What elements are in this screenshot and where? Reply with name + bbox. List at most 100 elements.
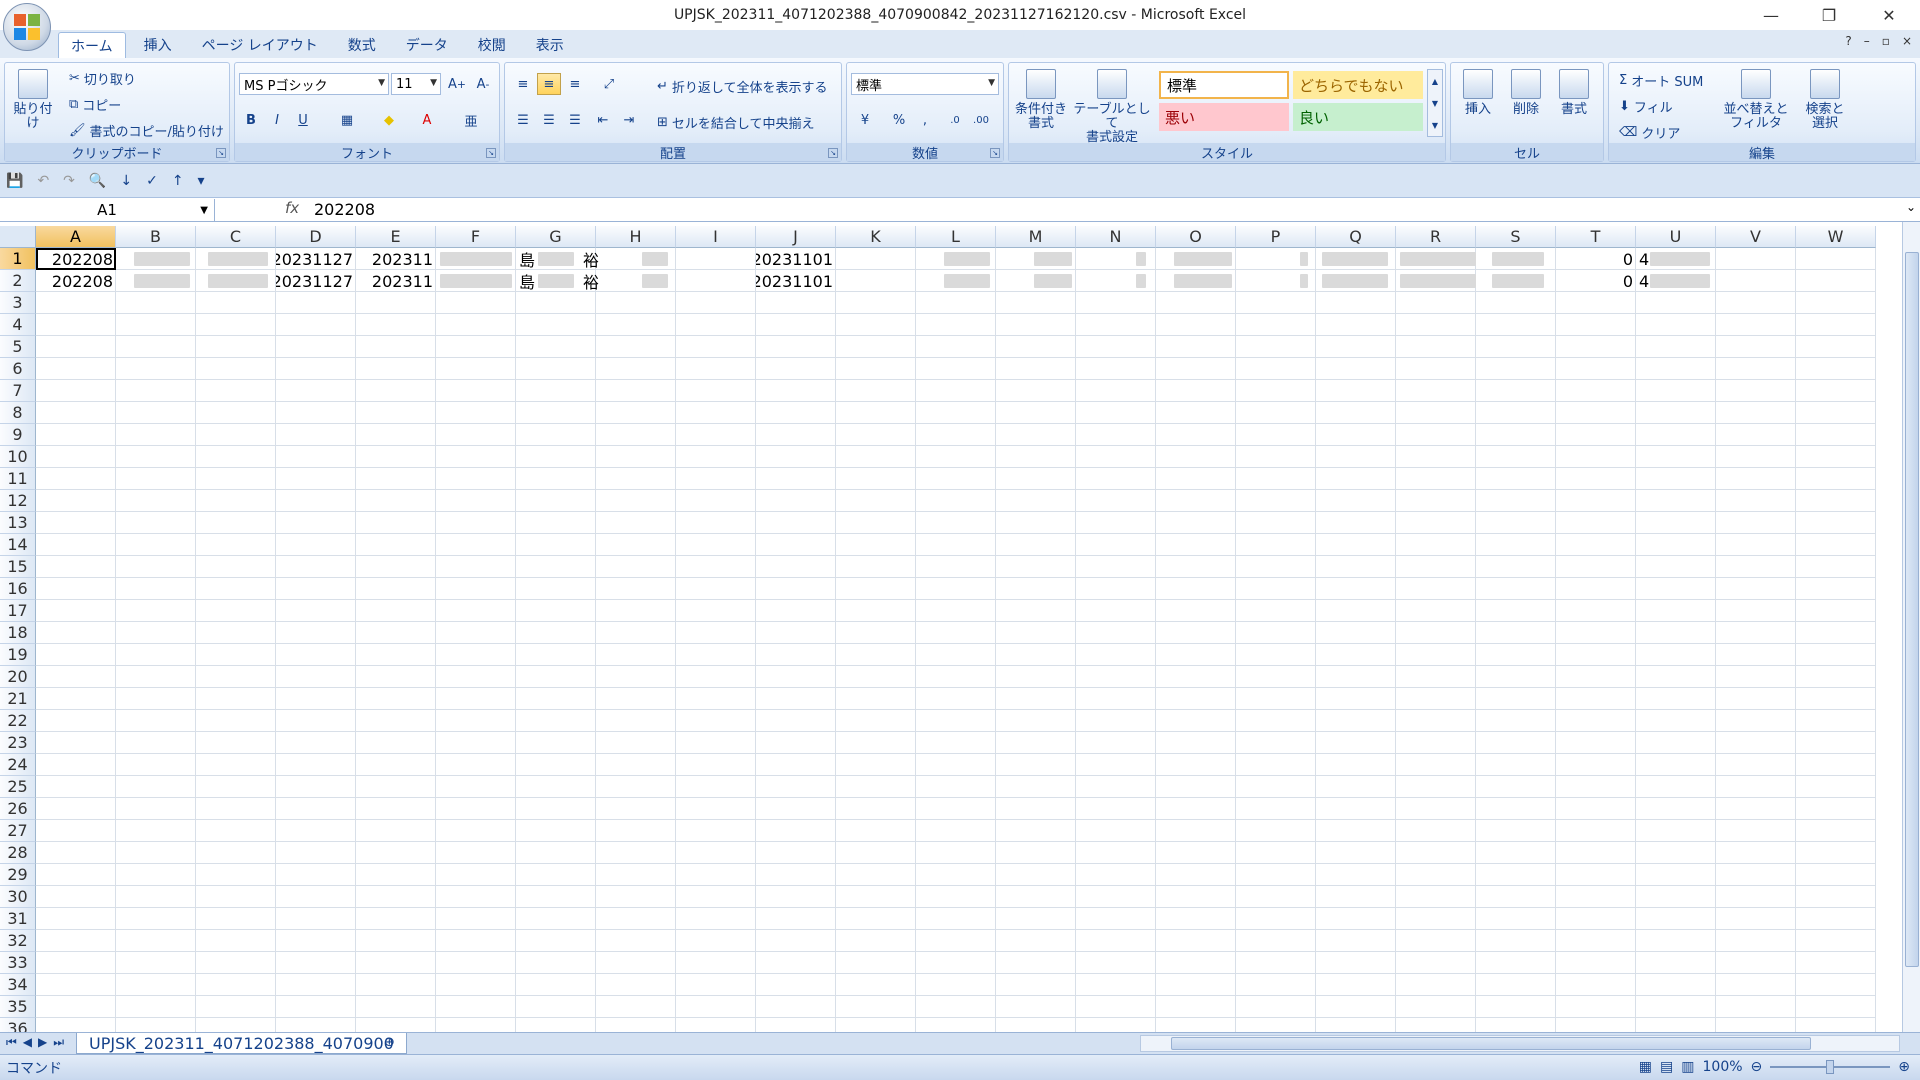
cell-j1[interactable]: 20231101 [756, 248, 836, 270]
autosum-button[interactable]: Σ オート SUM [1619, 71, 1703, 90]
row-header-28[interactable]: 28 [0, 842, 36, 864]
row-header-35[interactable]: 35 [0, 996, 36, 1018]
worksheet-grid[interactable]: A B C D E F G H I J K L M N O P Q R S T U V W 1 2 3 4 5 6 7 8 9 10 11 12 13… [0, 226, 1902, 1032]
clipboard-launcher-icon[interactable]: ↘ [216, 148, 226, 158]
select-all-button[interactable] [0, 226, 36, 248]
decrease-indent-button[interactable]: ⇤ [591, 109, 615, 131]
row-header-17[interactable]: 17 [0, 600, 36, 622]
row-header-31[interactable]: 31 [0, 908, 36, 930]
font-launcher-icon[interactable]: ↘ [486, 148, 496, 158]
row-header-11[interactable]: 11 [0, 468, 36, 490]
increase-decimal-button[interactable]: .0 [943, 109, 967, 131]
sort-descending-icon[interactable]: ↑ [172, 173, 184, 189]
row-header-32[interactable]: 32 [0, 930, 36, 952]
column-header-o[interactable]: O [1156, 226, 1236, 248]
undo-icon[interactable]: ↶ [37, 173, 49, 189]
normal-view-icon[interactable]: ▦ [1639, 1059, 1652, 1075]
cell-g1[interactable]: 裕 [580, 248, 602, 270]
column-header-r[interactable]: R [1396, 226, 1476, 248]
tab-formulas[interactable]: 数式 [336, 32, 388, 58]
find-select-button[interactable]: 検索と 選択 [1795, 69, 1855, 131]
format-painter-button[interactable]: 🖌 書式のコピー/貼り付け [69, 121, 224, 140]
row-header-33[interactable]: 33 [0, 952, 36, 974]
insert-cells-button[interactable]: 挿入 [1457, 69, 1499, 117]
row-header-7[interactable]: 7 [0, 380, 36, 402]
vertical-scrollbar[interactable] [1902, 222, 1920, 1032]
row-header-30[interactable]: 30 [0, 886, 36, 908]
page-break-view-icon[interactable]: ▥ [1681, 1059, 1694, 1075]
bold-button[interactable]: B [239, 109, 263, 131]
horizontal-scroll-thumb[interactable] [1171, 1037, 1811, 1050]
align-left-button[interactable]: ☰ [511, 109, 535, 131]
tab-home[interactable]: ホーム [58, 32, 126, 58]
column-header-a[interactable]: A [36, 226, 116, 248]
row-header-21[interactable]: 21 [0, 688, 36, 710]
style-good[interactable]: 良い [1293, 103, 1423, 131]
format-as-table-button[interactable]: テーブルとして 書式設定 [1071, 69, 1153, 145]
column-header-g[interactable]: G [516, 226, 596, 248]
column-header-u[interactable]: U [1636, 226, 1716, 248]
row-header-36[interactable]: 36 [0, 1018, 36, 1032]
comma-button[interactable]: , [913, 109, 937, 131]
cut-button[interactable]: ✂ 切り取り [69, 69, 136, 88]
cell-j2[interactable]: 20231101 [756, 270, 836, 292]
help-icon[interactable]: ? [1845, 34, 1851, 48]
zoom-slider[interactable] [1770, 1060, 1891, 1074]
office-button[interactable] [3, 3, 51, 51]
row-header-2[interactable]: 2 [0, 270, 36, 292]
fill-color-button[interactable]: ◆ [377, 109, 401, 131]
chevron-up-icon[interactable]: ▲ [1432, 77, 1438, 86]
align-center-button[interactable]: ☰ [537, 109, 561, 131]
cell-a2[interactable]: 202208 [36, 270, 116, 292]
column-header-d[interactable]: D [276, 226, 356, 248]
row-header-13[interactable]: 13 [0, 512, 36, 534]
tab-review[interactable]: 校閲 [466, 32, 518, 58]
sort-filter-button[interactable]: 並べ替えと フィルタ [1721, 69, 1791, 131]
cell-g1[interactable]: 島 [516, 248, 538, 270]
increase-indent-button[interactable]: ⇥ [617, 109, 641, 131]
column-header-t[interactable]: T [1556, 226, 1636, 248]
cell-d2[interactable]: 20231127 [276, 270, 356, 292]
name-box[interactable]: A1 ▼ [0, 199, 215, 221]
row-header-4[interactable]: 4 [0, 314, 36, 336]
horizontal-scrollbar[interactable] [1140, 1035, 1900, 1052]
conditional-format-button[interactable]: 条件付き 書式 [1013, 69, 1069, 131]
sheet-tab[interactable]: UPJSK_202311_4071202388_4070900 [76, 1033, 407, 1054]
row-header-15[interactable]: 15 [0, 556, 36, 578]
italic-button[interactable]: I [265, 109, 289, 131]
style-neutral[interactable]: どちらでもない [1293, 71, 1423, 99]
align-top-button[interactable]: ≡ [511, 73, 535, 95]
column-header-s[interactable]: S [1476, 226, 1556, 248]
clear-button[interactable]: ⌫ クリア [1619, 123, 1680, 142]
row-header-16[interactable]: 16 [0, 578, 36, 600]
column-header-f[interactable]: F [436, 226, 516, 248]
column-header-m[interactable]: M [996, 226, 1076, 248]
expand-formula-icon[interactable]: ⌄ [1906, 200, 1916, 214]
cell-d1[interactable]: 20231127 [276, 248, 356, 270]
row-header-9[interactable]: 9 [0, 424, 36, 446]
spelling-icon[interactable]: ✓ [146, 173, 158, 189]
column-header-q[interactable]: Q [1316, 226, 1396, 248]
zoom-in-icon[interactable]: ⊕ [1898, 1059, 1910, 1075]
row-header-25[interactable]: 25 [0, 776, 36, 798]
row-header-3[interactable]: 3 [0, 292, 36, 314]
number-launcher-icon[interactable]: ↘ [990, 148, 1000, 158]
orientation-button[interactable]: ⤢ [597, 73, 621, 95]
delete-cells-button[interactable]: 削除 [1505, 69, 1547, 117]
font-name-combo[interactable]: MS Pゴシック ▼ [239, 73, 389, 95]
format-cells-button[interactable]: 書式 [1553, 69, 1595, 117]
row-header-22[interactable]: 22 [0, 710, 36, 732]
new-sheet-icon[interactable]: ⊕ [384, 1035, 395, 1050]
customize-qat-icon[interactable]: ▾ [198, 173, 205, 189]
font-size-combo[interactable]: 11 ▼ [391, 73, 441, 95]
redo-icon[interactable]: ↷ [63, 173, 75, 189]
fx-icon[interactable]: fx [285, 199, 299, 217]
save-icon[interactable]: 💾 [6, 173, 23, 189]
column-header-b[interactable]: B [116, 226, 196, 248]
style-bad[interactable]: 悪い [1159, 103, 1289, 131]
row-header-6[interactable]: 6 [0, 358, 36, 380]
column-header-h[interactable]: H [596, 226, 676, 248]
merge-center-button[interactable]: ⊞ セルを結合して中央揃え [657, 113, 815, 132]
tab-view[interactable]: 表示 [524, 32, 576, 58]
tab-page-layout[interactable]: ページ レイアウト [190, 32, 330, 58]
